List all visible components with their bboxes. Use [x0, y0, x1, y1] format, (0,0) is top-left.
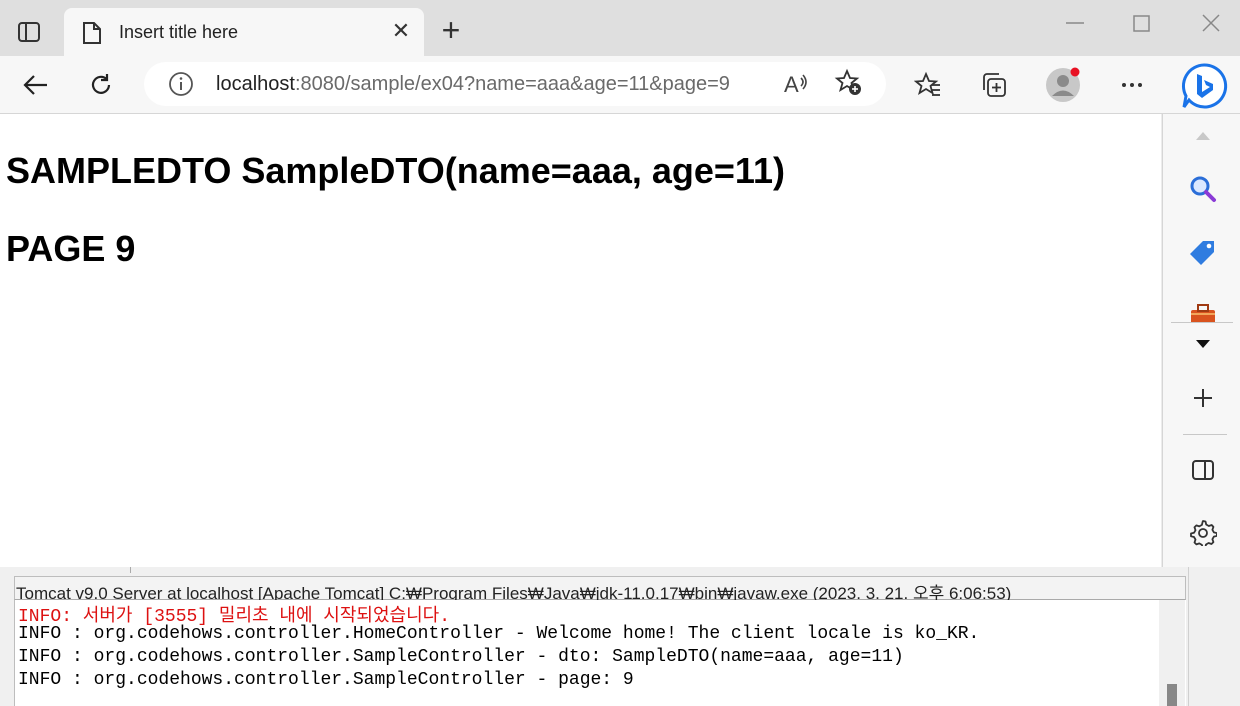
url-text[interactable]: localhost:8080/sample/ex04?name=aaa&age=…: [216, 73, 730, 96]
web-page: SAMPLEDTO SampleDTO(name=aaa, age=11) PA…: [0, 114, 1161, 567]
url-path: :8080/sample/ex04?name=aaa&age=11&page=9: [294, 73, 730, 95]
maximize-icon[interactable]: [1132, 14, 1152, 34]
browser-tab[interactable]: Insert title here ✕: [64, 8, 424, 56]
sidebar-divider: [1183, 434, 1227, 435]
tab-actions-icon[interactable]: [14, 18, 44, 46]
close-window-icon[interactable]: [1200, 12, 1222, 34]
console-scroll-thumb[interactable]: [1167, 684, 1177, 706]
page-icon: [82, 21, 102, 50]
shopping-tag-icon[interactable]: [1185, 235, 1221, 271]
info-icon[interactable]: [168, 71, 194, 102]
more-icon[interactable]: [1114, 67, 1150, 103]
hide-sidebar-icon[interactable]: [1185, 452, 1221, 488]
browser-toolbar: localhost:8080/sample/ex04?name=aaa&age=…: [0, 56, 1240, 114]
edge-sidebar: [1162, 114, 1240, 567]
sidebar-divider: [1171, 322, 1233, 323]
chevron-down-icon[interactable]: [1185, 326, 1221, 362]
minimize-icon[interactable]: [1064, 12, 1086, 34]
address-bar[interactable]: localhost:8080/sample/ex04?name=aaa&age=…: [144, 62, 886, 106]
close-tab-icon[interactable]: ✕: [388, 18, 414, 44]
console-tab-edge: [130, 567, 200, 573]
new-tab-icon[interactable]: +: [436, 14, 466, 46]
add-sidebar-app-icon[interactable]: [1185, 380, 1221, 416]
page-heading: PAGE 9: [6, 228, 136, 269]
add-favorite-icon[interactable]: [834, 68, 864, 103]
console-line: INFO : org.codehows.controller.SampleCon…: [18, 670, 634, 690]
url-host: localhost: [216, 73, 295, 95]
console-header: Tomcat v9.0 Server at localhost [Apache …: [14, 576, 1186, 603]
back-arrow-icon[interactable]: [17, 67, 53, 103]
svg-text:A: A: [784, 72, 799, 97]
console-line: INFO : org.codehows.controller.SampleCon…: [18, 647, 904, 667]
console-line: INFO : org.codehows.controller.HomeContr…: [18, 624, 980, 644]
title-bar: Insert title here ✕ +: [0, 0, 1240, 56]
search-icon[interactable]: [1185, 171, 1221, 207]
sampledto-heading: SAMPLEDTO SampleDTO(name=aaa, age=11): [6, 150, 785, 191]
ide-console-panel: Tomcat v9.0 Server at localhost [Apache …: [0, 567, 1240, 706]
ide-side-frame: [1188, 567, 1240, 706]
tab-title: Insert title here: [119, 22, 239, 42]
collections-icon[interactable]: [976, 67, 1012, 103]
bing-chat-icon[interactable]: [1178, 60, 1230, 112]
tools-icon[interactable]: [1185, 300, 1221, 322]
settings-gear-icon[interactable]: [1185, 514, 1221, 550]
refresh-icon[interactable]: [83, 67, 119, 103]
profile-avatar-icon[interactable]: [1044, 65, 1084, 105]
console-output[interactable]: INFO: 서버가 [3555] 밀리초 내에 시작되었습니다. INFO : …: [14, 600, 1186, 706]
console-scrollbar[interactable]: [1159, 600, 1185, 706]
scroll-up-icon[interactable]: [1185, 118, 1221, 154]
read-aloud-icon[interactable]: A: [782, 70, 810, 104]
favorites-icon[interactable]: [910, 67, 946, 103]
